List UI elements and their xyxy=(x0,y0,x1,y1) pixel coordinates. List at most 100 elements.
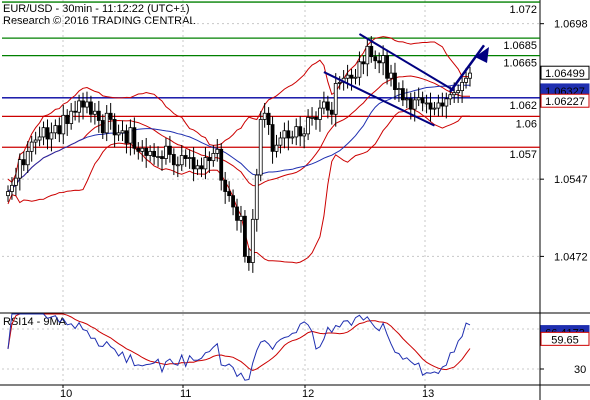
candle-body xyxy=(164,145,168,159)
candle-body xyxy=(61,114,66,135)
candle-body xyxy=(100,120,105,134)
candle-body xyxy=(13,177,18,186)
candle-body xyxy=(306,116,311,135)
candle-body xyxy=(45,127,50,140)
candle-body xyxy=(393,72,397,90)
level-label: 1.0665 xyxy=(503,58,537,70)
candle-body xyxy=(404,98,409,101)
candle-body xyxy=(73,110,78,113)
candle-body xyxy=(286,130,291,139)
bollinger-lower-line xyxy=(7,107,470,264)
candle-body xyxy=(183,155,188,159)
rsi-y-tick-label: 30 xyxy=(574,364,586,376)
candle-body xyxy=(144,147,149,156)
candle-body xyxy=(444,98,449,107)
candle-body xyxy=(136,147,141,152)
candle-body xyxy=(278,137,283,146)
candle-body xyxy=(408,98,413,110)
candle-body xyxy=(120,130,125,134)
candle-body xyxy=(298,126,303,137)
x-tick-label: 10 xyxy=(60,388,72,400)
candle-body xyxy=(412,99,417,110)
candle-body xyxy=(21,159,26,166)
price-tag-label: 1.06499 xyxy=(545,68,585,80)
candle-body xyxy=(345,74,350,79)
candle-body xyxy=(124,130,129,144)
candle-body xyxy=(104,112,109,134)
candle-body xyxy=(361,61,366,65)
candle-body xyxy=(140,147,145,152)
candle-body xyxy=(353,76,358,79)
chart-credit: Research © 2016 TRADING CENTRAL xyxy=(3,15,196,27)
candle-body xyxy=(223,179,228,192)
candle-body xyxy=(333,83,338,115)
candle-body xyxy=(310,116,314,119)
level-label: 1.0685 xyxy=(503,40,537,52)
candle-body xyxy=(369,45,374,58)
candle-body xyxy=(235,206,239,221)
candle-body xyxy=(452,92,457,96)
candle-body xyxy=(57,125,62,135)
candle-body xyxy=(329,109,334,115)
candle-body xyxy=(436,102,441,109)
candle-body xyxy=(365,45,370,65)
x-tick-label: 12 xyxy=(302,388,314,400)
candle-body xyxy=(357,61,362,78)
candle-body xyxy=(25,150,30,166)
candle-body xyxy=(199,165,204,170)
candle-body xyxy=(290,136,295,139)
y-tick-label: 1.0698 xyxy=(554,19,588,31)
candle-body xyxy=(85,101,89,108)
candle-body xyxy=(92,110,97,115)
candle-body xyxy=(456,90,461,94)
candle-body xyxy=(258,119,263,176)
candle-body xyxy=(325,101,330,111)
rsi-value-label: 59.65 xyxy=(551,334,579,346)
candle-body xyxy=(207,157,212,162)
candle-body xyxy=(195,165,200,170)
candle-body xyxy=(215,148,220,154)
candle-body xyxy=(33,139,38,143)
candle-body xyxy=(96,110,101,121)
level-label: 1.06 xyxy=(516,118,537,130)
candle-body xyxy=(132,127,137,149)
candle-body xyxy=(6,191,10,197)
candle-body xyxy=(116,132,121,136)
candle-body xyxy=(373,56,378,62)
candle-body xyxy=(49,132,54,140)
rsi-line xyxy=(7,313,471,381)
candle-body xyxy=(337,81,342,84)
breakout-arrow-shaft xyxy=(449,44,486,93)
candle-body xyxy=(171,154,176,166)
candle-body xyxy=(250,218,255,263)
candle-body xyxy=(314,116,318,120)
candle-body xyxy=(321,101,326,109)
candle-body xyxy=(10,184,14,192)
candle-body xyxy=(243,215,247,257)
candle-body xyxy=(17,159,22,179)
candle-body xyxy=(385,55,389,79)
candle-body xyxy=(108,112,113,120)
candle-body xyxy=(448,94,453,100)
candle-body xyxy=(274,144,279,152)
level-label: 1.062 xyxy=(509,100,537,112)
chart-svg: EUR/USD - 30min - 11:12:22 (UTC+1) Resea… xyxy=(0,0,590,400)
candle-body xyxy=(81,100,85,108)
candle-body xyxy=(377,60,382,64)
candle-body xyxy=(160,156,164,159)
candle-body xyxy=(203,157,208,170)
candle-body xyxy=(156,156,160,158)
chart-title: EUR/USD - 30min - 11:12:22 (UTC+1) xyxy=(3,3,190,15)
channel-upper-line xyxy=(358,33,455,92)
candle-body xyxy=(167,145,172,155)
candle-body xyxy=(239,215,243,221)
candle-body xyxy=(152,150,157,157)
candle-body xyxy=(179,155,184,166)
candle-body xyxy=(37,136,42,141)
candle-body xyxy=(262,112,267,120)
candle-body xyxy=(266,112,271,125)
price-tag-label: 1.06227 xyxy=(545,96,585,108)
candle-body xyxy=(302,133,307,137)
candle-body xyxy=(428,102,433,110)
candle-body xyxy=(416,97,421,101)
